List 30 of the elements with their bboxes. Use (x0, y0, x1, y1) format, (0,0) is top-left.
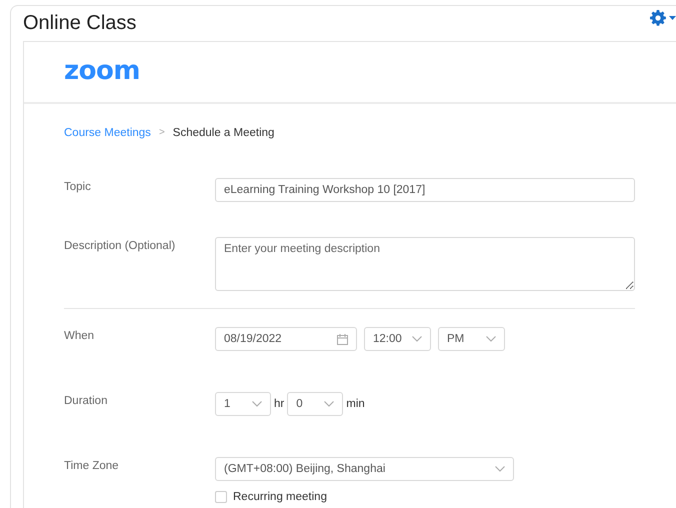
unit-label: min (346, 398, 365, 410)
gear-icon (650, 10, 666, 26)
field-label: Description (Optional) (64, 239, 176, 254)
chevron-down-icon (486, 336, 496, 342)
unit-label: hr (274, 398, 284, 410)
chevron-down-icon (324, 401, 334, 407)
minutes-select[interactable]: 0 (287, 392, 344, 416)
chevron-down-icon (252, 401, 262, 407)
page-title: Online Class (23, 11, 136, 35)
chevron-down-icon (412, 336, 422, 342)
breadcrumb-current: Schedule a Meeting (172, 126, 274, 141)
meridiem-select[interactable]: PM (438, 327, 505, 351)
description-input[interactable]: Enter your meeting description (215, 237, 635, 291)
zoom-logo: zoom (64, 57, 140, 85)
checkbox[interactable] (215, 491, 227, 503)
topic-input[interactable]: eLearning Training Workshop 10 [2017] (215, 178, 635, 202)
time-zone-select[interactable]: (GMT+08:00) Beijing, Shanghai (215, 457, 514, 481)
field-label: When (64, 329, 96, 344)
field-label: Duration (64, 394, 108, 409)
chevron-down-icon (495, 466, 505, 472)
field-label: Topic (64, 180, 92, 195)
breadcrumb-separator: > (158, 126, 165, 140)
settings-button[interactable] (650, 9, 676, 27)
checkbox-label: Recurring meeting (233, 490, 327, 504)
calendar-icon (337, 334, 348, 344)
field-label: Time Zone (64, 459, 120, 474)
hours-select[interactable]: 1 (215, 392, 271, 416)
date-picker[interactable]: 08/19/2022 (215, 327, 357, 351)
caret-icon (669, 16, 676, 20)
time-select[interactable]: 12:00 (364, 327, 431, 351)
